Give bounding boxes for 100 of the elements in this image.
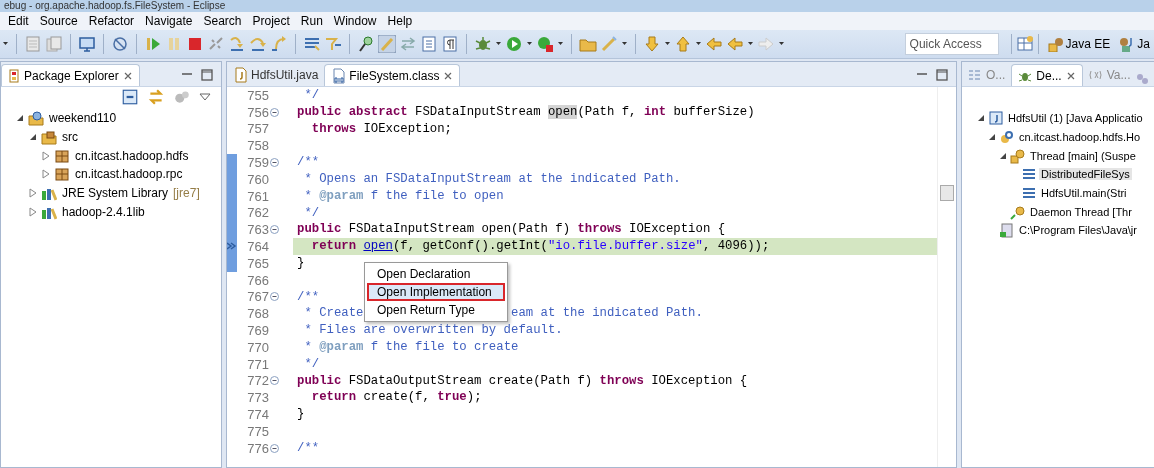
scrollbar-thumb[interactable] bbox=[940, 185, 954, 201]
line-number: 762 bbox=[246, 205, 269, 221]
tree-item[interactable]: JRE System Library bbox=[60, 186, 171, 201]
expand-icon[interactable] bbox=[41, 150, 51, 161]
close-icon[interactable] bbox=[122, 70, 133, 81]
code-line: } bbox=[296, 406, 305, 423]
maximize-icon[interactable] bbox=[201, 69, 213, 81]
code-line: * @param f the file to create bbox=[303, 338, 519, 356]
line-number: 765 bbox=[246, 255, 269, 271]
variables-icon bbox=[1088, 68, 1103, 82]
line-number: 770 bbox=[246, 339, 269, 355]
line-number: 769 bbox=[246, 323, 269, 339]
line-number: 759 bbox=[246, 155, 269, 171]
line-number: 775 bbox=[246, 423, 269, 439]
line-number: 773 bbox=[246, 390, 269, 406]
expand-icon[interactable] bbox=[28, 206, 38, 217]
window-title: ebug - org.apache.hadoop.fs.FileSystem - Eclipse bbox=[4, 0, 226, 12]
package-icon bbox=[54, 147, 70, 164]
view-menu-icon[interactable] bbox=[199, 91, 211, 103]
code-line: throws IOException; bbox=[310, 120, 452, 138]
close-icon[interactable] bbox=[443, 70, 454, 81]
editor-tab[interactable]: HdfsUtil.java bbox=[227, 64, 325, 86]
line-number: 776 bbox=[246, 440, 269, 456]
run-tool-icon[interactable] bbox=[536, 35, 554, 53]
expand-icon[interactable] bbox=[41, 169, 51, 180]
code-line: * @param f the file to open bbox=[303, 187, 504, 205]
line-number: 755 bbox=[246, 87, 269, 103]
tree-decoration: [jre7] bbox=[173, 186, 200, 201]
line-number: 767 bbox=[246, 289, 269, 305]
monitor-icon[interactable] bbox=[78, 35, 96, 53]
tree-item[interactable]: HdfsUtil.main(Stri bbox=[1039, 187, 1129, 200]
fold-icon[interactable] bbox=[270, 376, 279, 386]
tree-item[interactable]: Daemon Thread [Thr bbox=[1028, 205, 1134, 218]
tree-item[interactable]: HdfsUtil (1) [Java Applicatio bbox=[1006, 112, 1145, 125]
menu-item[interactable]: Project bbox=[252, 13, 290, 29]
source-folder-icon bbox=[41, 129, 57, 146]
line-number: 771 bbox=[246, 356, 269, 372]
open-perspective-icon[interactable] bbox=[1015, 35, 1034, 53]
code-line: /** bbox=[296, 154, 320, 171]
fold-icon[interactable] bbox=[270, 443, 279, 453]
tree-item[interactable]: C:\Program Files\Java\jr bbox=[1017, 224, 1139, 237]
resume-icon[interactable] bbox=[144, 35, 162, 53]
expand-icon[interactable] bbox=[28, 188, 38, 199]
fold-icon[interactable] bbox=[270, 158, 279, 168]
menu-item[interactable]: Open Implementation bbox=[367, 283, 505, 301]
tree-item[interactable]: src bbox=[60, 130, 80, 145]
code-line: public FSDataOutputStream create(Path f) throws IOException { bbox=[296, 372, 748, 390]
package-explorer-icon bbox=[8, 68, 20, 83]
stop-icon[interactable] bbox=[186, 35, 204, 53]
menu-item[interactable]: Refactor bbox=[88, 13, 135, 29]
view-tab[interactable]: Package Explorer bbox=[1, 64, 140, 86]
perspective-button[interactable]: Ja bbox=[1114, 34, 1154, 54]
step-return-icon[interactable] bbox=[270, 35, 288, 53]
file-icon bbox=[233, 67, 247, 83]
menu-item[interactable]: Search bbox=[203, 13, 242, 29]
code-line: * Opens an FSDataInputStream at the indicated Path. bbox=[303, 171, 681, 188]
link-with-editor-icon[interactable] bbox=[147, 88, 165, 106]
collapse-icon[interactable] bbox=[28, 132, 38, 143]
code-line: return create(f, true); bbox=[310, 389, 482, 407]
code-line: */ bbox=[303, 87, 320, 104]
collapse-all-icon[interactable] bbox=[121, 88, 139, 106]
line-number: 768 bbox=[246, 306, 269, 322]
collapse-icon[interactable] bbox=[976, 113, 986, 124]
view-tab[interactable]: De... bbox=[1011, 64, 1083, 86]
quick-access-field[interactable]: Quick Access bbox=[904, 33, 999, 55]
fold-icon[interactable] bbox=[270, 107, 279, 117]
tree-item[interactable]: hadoop-2.4.1lib bbox=[60, 204, 147, 219]
line-number: 758 bbox=[246, 138, 269, 154]
code-text: eam at the indicated Path. bbox=[511, 306, 703, 321]
tree-item[interactable]: cn.itcast.hadoop.hdfs.Ho bbox=[1017, 131, 1143, 144]
line-number: 766 bbox=[246, 272, 269, 288]
fold-icon[interactable] bbox=[270, 225, 279, 235]
tree-item[interactable]: cn.itcast.hadoop.rpc bbox=[73, 167, 185, 182]
code-line: /** bbox=[296, 288, 320, 306]
menu-item[interactable]: Edit bbox=[8, 13, 29, 29]
menu-item[interactable]: Source bbox=[39, 13, 78, 29]
line-number: 757 bbox=[246, 121, 269, 137]
menu-item[interactable]: Help bbox=[387, 13, 413, 29]
code-line: } bbox=[296, 254, 305, 272]
line-number: 761 bbox=[246, 188, 269, 204]
step-into-icon[interactable] bbox=[228, 35, 246, 53]
tree-item[interactable]: DistributedFileSys bbox=[1039, 168, 1132, 181]
tree-item[interactable]: Thread [main] (Suspe bbox=[1028, 149, 1138, 162]
collapse-icon[interactable] bbox=[15, 113, 25, 124]
tree-item[interactable]: cn.itcast.hadoop.hdfs bbox=[73, 148, 191, 163]
tree-item[interactable]: weekend110 bbox=[47, 111, 119, 126]
line-number: 764 bbox=[246, 239, 269, 255]
outline-icon bbox=[968, 68, 982, 82]
pilcrow-icon[interactable] bbox=[441, 35, 459, 53]
menu-item[interactable]: Window bbox=[333, 13, 377, 29]
step-over-icon[interactable] bbox=[249, 35, 267, 53]
editor-tab[interactable]: FileSystem.class bbox=[324, 64, 461, 86]
close-icon[interactable] bbox=[1065, 70, 1076, 81]
menu-item[interactable]: Navigate bbox=[145, 13, 193, 29]
perspective-button[interactable]: Java EE bbox=[1042, 34, 1115, 54]
maximize-icon[interactable] bbox=[936, 69, 948, 81]
document-icon[interactable] bbox=[420, 35, 438, 53]
menu-item[interactable]: Run bbox=[300, 13, 323, 29]
collapse-icon[interactable] bbox=[987, 132, 997, 143]
fold-icon[interactable] bbox=[270, 292, 279, 302]
